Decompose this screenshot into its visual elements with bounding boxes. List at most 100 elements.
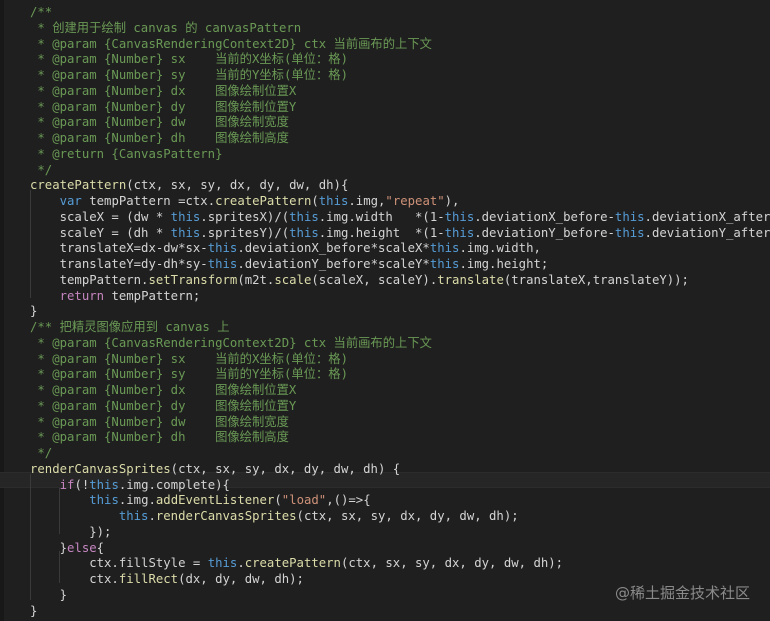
code-line[interactable]: * @param {Number} dy 图像绘制位置Y (0, 398, 770, 414)
code-token: fillRect (118, 572, 179, 586)
code-token: .img.width, (459, 241, 541, 256)
code-line[interactable]: */ (0, 445, 770, 461)
code-line[interactable]: * @param {Number} dy 图像绘制位置Y (0, 99, 770, 115)
code-line[interactable]: renderCanvasSprites(ctx, sx, sy, dx, dy,… (0, 461, 770, 477)
code-token: ), (444, 194, 460, 208)
code-token: .img. (118, 493, 156, 508)
code-line[interactable]: * @param {CanvasRenderingContext2D} ctx … (0, 36, 770, 52)
code-token: * @param {CanvasRenderingContext2D} ctx … (30, 335, 432, 350)
code-token: .img, (348, 194, 386, 208)
code-token: renderCanvasSprites (155, 509, 297, 523)
code-line[interactable]: */ (0, 162, 770, 178)
code-token: tempPattern =ctx. (81, 194, 216, 208)
code-line[interactable]: }); (0, 524, 770, 540)
code-line[interactable]: * 创建用于绘制 canvas 的 canvasPattern (0, 20, 770, 36)
code-token: (ctx, sx, sy, dx, dy, dw, dh) { (170, 461, 401, 476)
code-token: .img.height; (459, 257, 549, 271)
code-token: this (170, 209, 201, 224)
code-line[interactable]: * @param {Number} sy 当前的Y坐标(单位：格) (0, 67, 770, 83)
code-token: scaleX = (dw * (30, 209, 171, 224)
code-line[interactable]: translateX=dx-dw*sx-this.deviationX_befo… (0, 240, 770, 256)
code-line[interactable]: } (0, 303, 770, 319)
code-line[interactable]: * @param {Number} dx 图像绘制位置X (0, 83, 770, 99)
code-line[interactable]: * @param {Number} dw 图像绘制宽度 (0, 414, 770, 430)
code-line[interactable]: /** (0, 4, 770, 20)
code-token: ( (311, 194, 319, 208)
code-line[interactable]: this.renderCanvasSprites(ctx, sx, sy, dx… (0, 508, 770, 524)
code-token: this (89, 493, 119, 508)
code-token: .img.complete){ (118, 477, 230, 492)
code-line[interactable]: * @param {Number} sy 当前的Y坐标(单位：格) (0, 366, 770, 382)
code-token: .deviationY_after)), (644, 225, 770, 240)
watermark: @稀土掘金技术社区 (614, 584, 750, 602)
code-line[interactable]: * @param {Number} dh 图像绘制高度 (0, 429, 770, 445)
code-line[interactable]: * @param {CanvasRenderingContext2D} ctx … (0, 335, 770, 351)
code-token: this (207, 556, 238, 571)
code-token: .img.width *(1- (318, 209, 445, 224)
code-token: .deviationY_before*scaleY* (237, 257, 430, 271)
code-token: * @param {CanvasRenderingContext2D} ctx … (30, 36, 432, 51)
code-token: * @param {Number} dw 图像绘制宽度 (30, 414, 289, 429)
code-token: */ (30, 162, 53, 177)
code-line[interactable]: * @param {Number} sx 当前的X坐标(单位：格) (0, 351, 770, 367)
code-token: this (118, 509, 149, 523)
code-line[interactable]: var tempPattern =ctx.createPattern(this.… (0, 193, 770, 209)
code-token: .img.height *(1- (318, 225, 445, 240)
code-editor[interactable]: /** * 创建用于绘制 canvas 的 canvasPattern * @p… (0, 0, 770, 621)
code-token: tempPattern. (30, 272, 149, 287)
code-token: (ctx, sx, sy, dx, dy, dw, dh); (340, 556, 564, 571)
code-line[interactable]: * @param {Number} dw 图像绘制宽度 (0, 114, 770, 130)
code-token: { (96, 540, 105, 555)
code-token: .deviationX_before- (474, 209, 615, 224)
code-token: this (289, 225, 319, 240)
code-token: * 创建用于绘制 canvas 的 canvasPattern (30, 20, 302, 35)
code-token: this (170, 225, 201, 240)
code-line[interactable]: createPattern(ctx, sx, sy, dx, dy, dw, d… (0, 177, 770, 193)
code-token: else (67, 540, 97, 555)
code-token: (scaleX, scaleY). (311, 272, 438, 287)
code-token: * @return {CanvasPattern} (30, 146, 223, 161)
code-line[interactable]: tempPattern.setTransform(m2t.scale(scale… (0, 272, 770, 288)
code-line[interactable]: ctx.fillStyle = this.createPattern(ctx, … (0, 555, 770, 571)
code-token: }); (30, 524, 112, 539)
code-token: (! (74, 477, 90, 492)
code-token: * @param {Number} dh 图像绘制高度 (30, 131, 289, 145)
code-token: .spritesX)/( (200, 209, 290, 224)
code-token: this (289, 209, 319, 224)
code-line[interactable]: translateY=dy-dh*sy-this.deviationY_befo… (0, 256, 770, 272)
code-token: renderCanvasSprites (30, 461, 171, 476)
code-token: scaleY = (dh * (30, 225, 171, 240)
code-line[interactable]: if(!this.img.complete){ (0, 477, 770, 493)
code-line[interactable]: /** 把精灵图像应用到 canvas 上 (0, 319, 770, 335)
code-token: this (614, 225, 645, 240)
code-token: "repeat" (385, 194, 445, 208)
code-token: * @param {Number} dx 图像绘制位置X (30, 383, 297, 397)
code-token: this (444, 209, 475, 224)
code-line[interactable]: return tempPattern; (0, 288, 770, 304)
code-line[interactable]: * @param {Number} sx 当前的X坐标(单位：格) (0, 51, 770, 67)
code-line[interactable]: * @return {CanvasPattern} (0, 146, 770, 162)
code-token: this (429, 257, 460, 271)
code-line[interactable]: }else{ (0, 540, 770, 556)
code-token: } (30, 587, 68, 602)
code-line[interactable]: scaleY = (dh * this.spritesY)/(this.img.… (0, 225, 770, 241)
code-token: if (59, 477, 75, 492)
code-token: * @param {Number} dy 图像绘制位置Y (30, 398, 297, 413)
code-line[interactable]: * @param {Number} dh 图像绘制高度 (0, 130, 770, 146)
code-token: .spritesY)/( (200, 225, 290, 240)
code-line[interactable]: this.img.addEventListener("load",()=>{ (0, 492, 770, 508)
code-line[interactable]: * @param {Number} dx 图像绘制位置X (0, 382, 770, 398)
code-token: (translateX,translateY)); (503, 272, 689, 287)
code-token: . (237, 556, 245, 571)
code-token: * @param {Number} sy 当前的Y坐标(单位：格) (30, 367, 348, 382)
code-token: "load" (281, 493, 327, 508)
code-token: translate (437, 272, 504, 287)
code-line[interactable]: scaleX = (dw * this.spritesX)/(this.img.… (0, 209, 770, 225)
code-line[interactable]: } (0, 603, 770, 619)
code-token: (ctx, sx, sy, dx, dy, dw, dh); (296, 509, 519, 523)
code-token: .deviationX_before*scaleX* (237, 241, 430, 256)
